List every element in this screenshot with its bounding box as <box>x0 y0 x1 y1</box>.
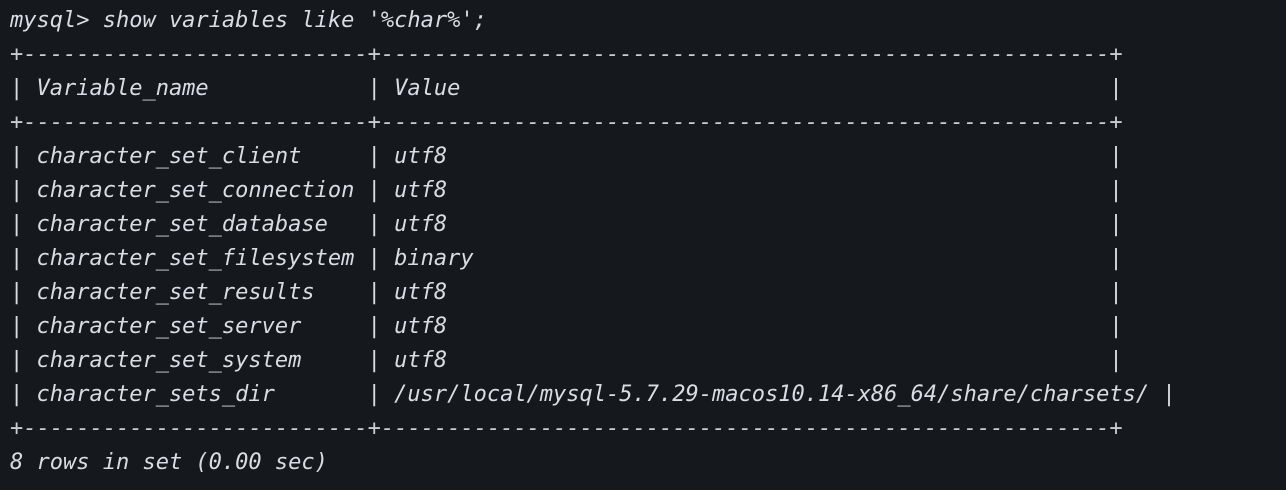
table-row-character-set-system: | character_set_system | utf8 | <box>10 348 1123 373</box>
table-header-row: | Variable_name | Value | <box>10 76 1123 101</box>
table-row-character-set-server: | character_set_server | utf8 | <box>10 314 1123 339</box>
terminal-window[interactable]: mysql> show variables like '%char%'; +--… <box>0 0 1286 490</box>
table-border-bottom: +--------------------------+------------… <box>10 416 1123 441</box>
table-row-character-set-connection: | character_set_connection | utf8 | <box>10 178 1123 203</box>
table-row-character-set-results: | character_set_results | utf8 | <box>10 280 1123 305</box>
command-line: mysql> show variables like '%char%'; <box>10 8 487 33</box>
table-border-top: +--------------------------+------------… <box>10 42 1123 67</box>
table-row-character-sets-dir: | character_sets_dir | /usr/local/mysql-… <box>10 382 1176 407</box>
table-row-character-set-client: | character_set_client | utf8 | <box>10 144 1123 169</box>
table-border-header: +--------------------------+------------… <box>10 110 1123 135</box>
table-row-character-set-filesystem: | character_set_filesystem | binary | <box>10 246 1123 271</box>
result-summary: 8 rows in set (0.00 sec) <box>10 450 328 475</box>
table-row-character-set-database: | character_set_database | utf8 | <box>10 212 1123 237</box>
